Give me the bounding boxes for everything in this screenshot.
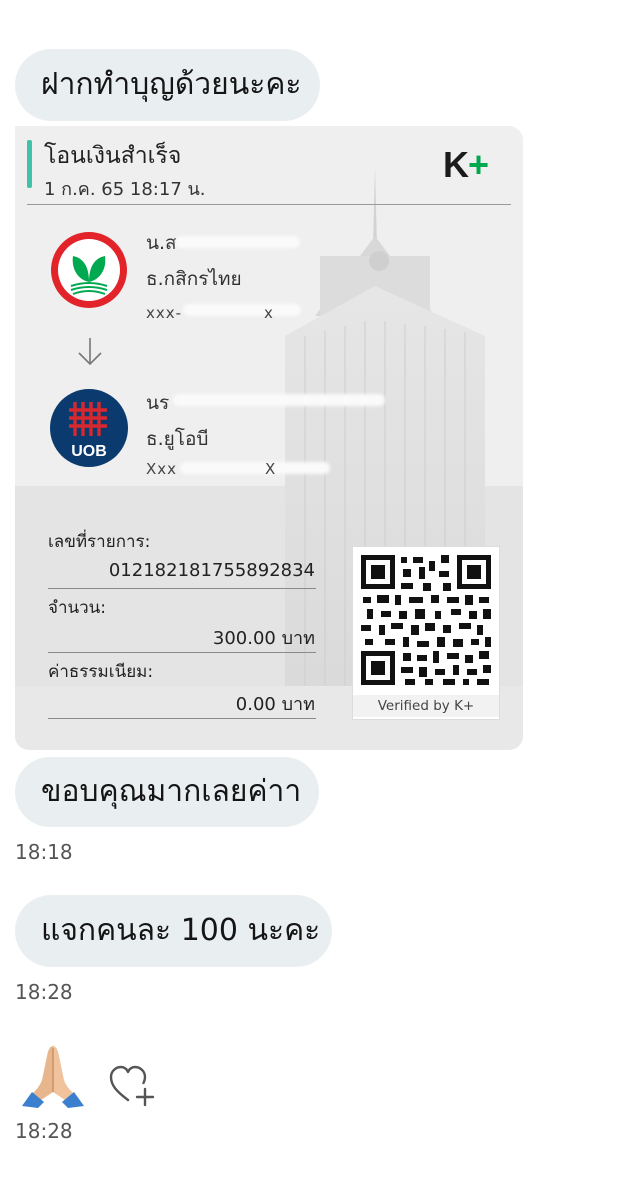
amount-value: 300.00 บาท — [212, 628, 315, 649]
slip-title: โอนเงินสำเร็จ — [44, 143, 182, 169]
header-divider — [27, 204, 511, 205]
redaction-mark — [180, 462, 330, 474]
redaction-mark — [173, 394, 385, 406]
transfer-slip-image[interactable]: โอนเงินสำเร็จ 1 ก.ค. 65 18:17 น. K+ น.ส … — [15, 126, 523, 750]
uob-logo-icon: UOB — [50, 389, 128, 467]
title-accent-bar — [27, 140, 32, 188]
message-text: แจกคนละ 100 นะคะ — [41, 913, 321, 948]
sender-bank: ธ.กสิกรไทย — [146, 268, 242, 290]
kplus-logo: K+ — [443, 144, 489, 185]
slip-date: 1 ก.ค. 65 18:17 น. — [44, 179, 206, 200]
message-bubble-1[interactable]: ฝากทำบุญด้วยนะคะ — [15, 49, 320, 121]
message-timestamp: 18:28 — [15, 1119, 73, 1143]
verified-label: Verified by K+ — [353, 695, 499, 717]
redaction-mark — [183, 304, 301, 316]
svg-text:UOB: UOB — [71, 443, 107, 460]
kasikorn-logo-icon — [51, 232, 127, 308]
redaction-mark — [175, 236, 300, 248]
receiver-bank: ธ.ยูโอบี — [146, 428, 209, 450]
message-bubble-3[interactable]: แจกคนละ 100 นะคะ — [15, 895, 332, 967]
amount-label: จำนวน: — [48, 598, 107, 618]
praying-hands-emoji-icon[interactable] — [16, 1036, 90, 1110]
receiver-name: นร — [146, 392, 170, 414]
receiver-account-tail: X — [265, 460, 277, 478]
qr-code-icon — [359, 553, 493, 687]
message-timestamp: 18:28 — [15, 980, 73, 1004]
detail-divider — [48, 718, 316, 719]
detail-divider — [48, 588, 316, 589]
qr-code-panel: Verified by K+ — [352, 546, 500, 720]
sender-name: น.ส — [146, 232, 177, 254]
fee-value: 0.00 บาท — [235, 694, 315, 715]
heart-plus-icon[interactable] — [108, 1064, 158, 1108]
reference-label: เลขที่รายการ: — [48, 532, 151, 552]
detail-divider — [48, 652, 316, 653]
sender-account: xxx- — [146, 304, 183, 322]
message-timestamp: 18:18 — [15, 840, 73, 864]
reference-number: 012182181755892834 — [108, 560, 315, 581]
fee-label: ค่าธรรมเนียม: — [48, 662, 154, 682]
sender-account-tail: x — [264, 304, 274, 322]
receiver-account: Xxx — [146, 460, 178, 478]
arrow-down-icon — [78, 338, 102, 366]
message-text: ขอบคุณมากเลยค่าา — [41, 774, 302, 809]
message-bubble-2[interactable]: ขอบคุณมากเลยค่าา — [15, 757, 319, 827]
message-text: ฝากทำบุญด้วยนะคะ — [41, 67, 302, 102]
